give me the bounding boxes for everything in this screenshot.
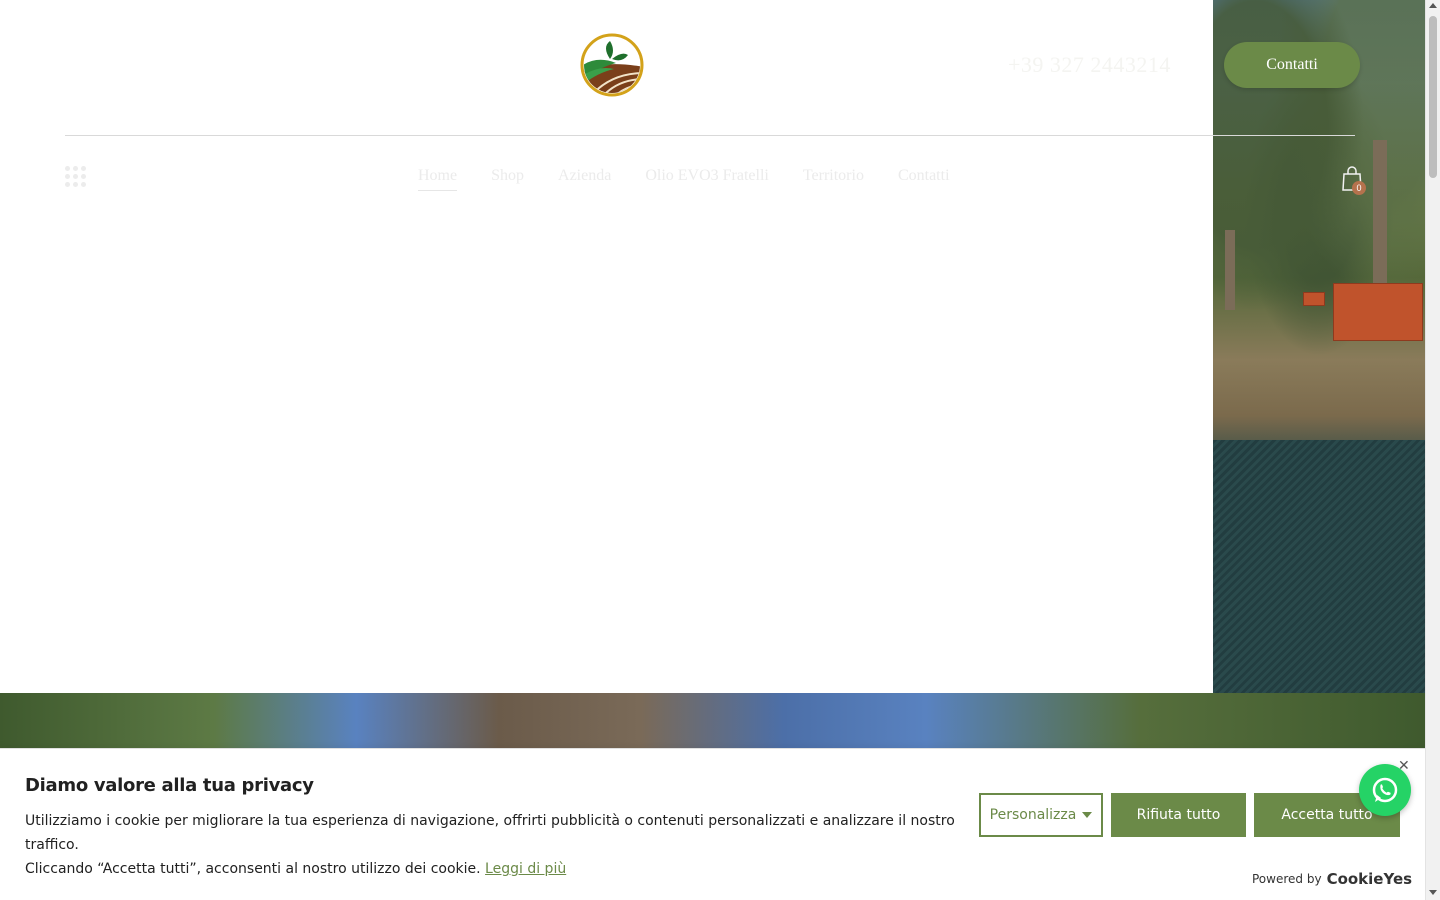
cookie-banner: Diamo valore alla tua privacy Utilizziam…	[0, 748, 1425, 900]
scroll-up-icon[interactable]	[1429, 3, 1437, 8]
olive-grove-photo	[1213, 0, 1425, 693]
cookie-text-line1: Utilizziamo i cookie per migliorare la t…	[25, 813, 955, 853]
cookieyes-logo[interactable]: CookieYes	[1327, 870, 1413, 888]
whatsapp-button[interactable]	[1359, 764, 1411, 816]
customize-label: Personalizza	[989, 807, 1077, 823]
caret-down-icon	[1082, 812, 1093, 818]
contact-button[interactable]: Contatti	[1224, 42, 1360, 88]
scroll-down-icon[interactable]	[1429, 890, 1437, 895]
page: +39 327 2443214 Contatti Home Shop Azien…	[0, 0, 1440, 900]
powered-by: Powered by CookieYes	[1252, 870, 1412, 888]
header-divider	[65, 135, 1355, 136]
nav-item-azienda[interactable]: Azienda	[558, 167, 611, 185]
nav-item-territorio[interactable]: Territorio	[803, 167, 864, 185]
nav-item-shop[interactable]: Shop	[491, 167, 524, 185]
nav-item-home[interactable]: Home	[418, 167, 458, 191]
reject-all-button[interactable]: Rifiuta tutto	[1111, 793, 1246, 837]
main-nav: Home Shop Azienda Olio EVO3 Fratelli Ter…	[418, 167, 950, 191]
read-more-link[interactable]: Leggi di più	[485, 861, 566, 877]
nav-item-contatti[interactable]: Contatti	[898, 167, 950, 185]
scroll-thumb[interactable]	[1429, 16, 1437, 178]
farm-leaf-logo[interactable]	[580, 33, 644, 97]
powered-by-label: Powered by	[1252, 872, 1322, 886]
nav-item-olio[interactable]: Olio EVO3 Fratelli	[645, 167, 769, 185]
cart-count-badge: 0	[1352, 181, 1366, 195]
cookie-text: Utilizziamo i cookie per migliorare la t…	[25, 809, 955, 881]
customize-button[interactable]: Personalizza	[979, 793, 1103, 837]
cookie-text-line2: Cliccando “Accetta tutti”, acconsenti al…	[25, 861, 481, 877]
menu-grid-icon[interactable]	[65, 166, 87, 188]
page-scrollbar[interactable]	[1425, 0, 1440, 900]
whatsapp-icon	[1372, 777, 1398, 803]
hero-photo-strip	[0, 693, 1425, 753]
phone-number[interactable]: +39 327 2443214	[1008, 52, 1171, 78]
cookie-title: Diamo valore alla tua privacy	[25, 775, 314, 796]
